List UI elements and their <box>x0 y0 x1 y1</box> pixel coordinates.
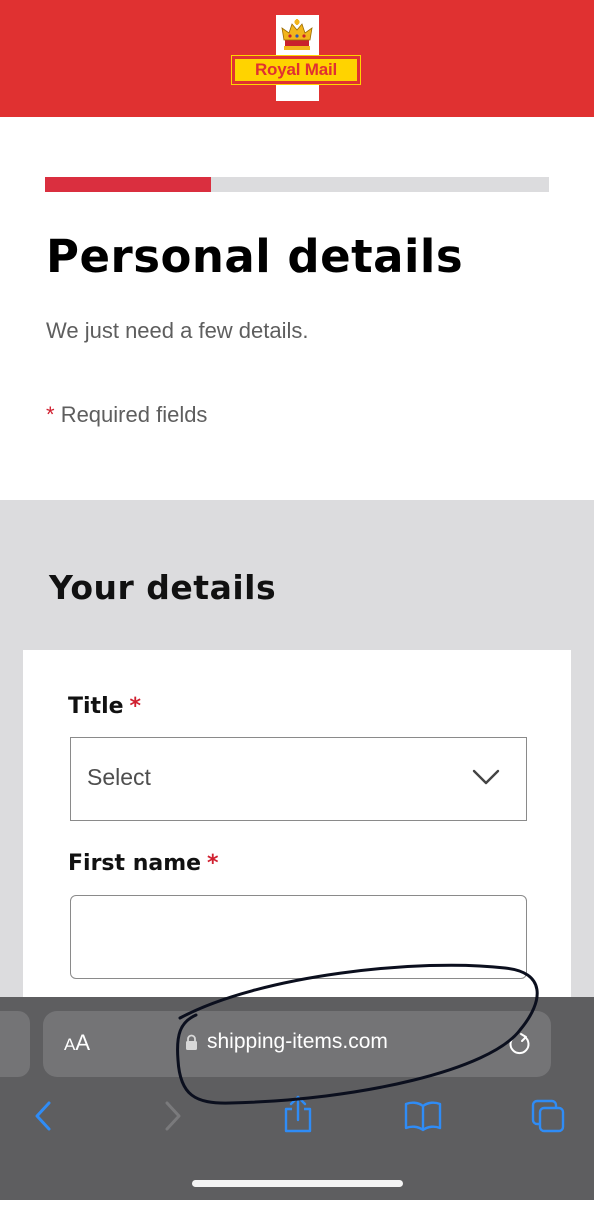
previous-tab-peek[interactable] <box>0 1011 30 1077</box>
required-fields-note: * Required fields <box>46 402 207 428</box>
royal-mail-logo[interactable]: Royal Mail <box>231 15 363 101</box>
required-star: * <box>207 851 219 876</box>
required-star: * <box>129 694 142 719</box>
progress-bar <box>45 177 549 192</box>
text-size-button[interactable]: AA <box>64 1030 90 1056</box>
chevron-down-icon <box>472 769 500 785</box>
required-fields-text: Required fields <box>60 402 208 427</box>
scalloped-divider <box>0 492 594 506</box>
first-name-input[interactable] <box>70 895 527 979</box>
logo-text: Royal Mail <box>235 59 357 81</box>
first-name-label-text: First name <box>68 851 202 876</box>
url-text[interactable]: shipping-items.com <box>207 1030 388 1054</box>
reload-icon[interactable] <box>507 1031 531 1057</box>
page-title: Personal details <box>46 230 464 283</box>
required-star: * <box>46 402 55 427</box>
title-label-text: Title <box>68 694 124 719</box>
share-icon[interactable] <box>282 1094 314 1134</box>
text-size-small-a: A <box>64 1035 76 1054</box>
forward-icon[interactable] <box>162 1100 184 1132</box>
first-name-field-label: First name * <box>68 851 219 876</box>
title-select-value: Select <box>87 764 151 790</box>
tabs-icon[interactable] <box>530 1098 566 1134</box>
logo-wordmark: Royal Mail <box>231 55 361 85</box>
home-indicator <box>192 1180 403 1187</box>
progress-fill <box>45 177 212 192</box>
bookmarks-icon[interactable] <box>403 1100 443 1132</box>
page-subtitle: We just need a few details. <box>46 318 309 343</box>
section-title: Your details <box>49 568 277 607</box>
title-select[interactable]: Select <box>70 737 527 821</box>
title-field-label: Title * <box>68 694 141 719</box>
text-size-large-a: A <box>75 1030 91 1055</box>
crown-icon <box>281 19 313 50</box>
lock-icon <box>186 1034 197 1050</box>
back-icon[interactable] <box>32 1100 54 1132</box>
site-header: Royal Mail <box>0 0 594 117</box>
